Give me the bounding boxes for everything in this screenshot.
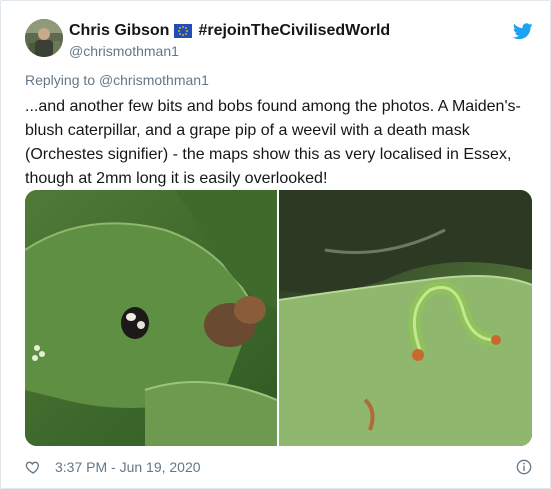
avatar[interactable] — [25, 19, 63, 57]
tweet-media[interactable] — [25, 190, 532, 446]
twitter-bird-icon[interactable] — [512, 23, 533, 40]
user-name[interactable]: Chris Gibson — [69, 21, 169, 41]
tweet-card: Chris Gibson #rejoinTheCivilisedWorld @c… — [0, 0, 551, 489]
eu-flag-icon — [174, 24, 193, 38]
reply-context: Replying to @chrismothman1 — [25, 71, 209, 89]
user-handle[interactable]: @chrismothman1 — [69, 42, 179, 60]
caterpillar-photo[interactable] — [278, 190, 532, 446]
tweet-text: ...and another few bits and bobs found a… — [25, 98, 521, 187]
media-divider — [277, 190, 279, 446]
reply-prefix: Replying to — [25, 72, 96, 88]
weevil-photo[interactable] — [25, 190, 278, 446]
user-display-name[interactable]: Chris Gibson #rejoinTheCivilisedWorld — [69, 21, 390, 41]
tweet-timestamp[interactable]: 3:37 PM - Jun 19, 2020 — [55, 459, 201, 475]
tweet-footer: 3:37 PM - Jun 19, 2020 — [25, 457, 532, 477]
user-hashtag[interactable]: #rejoinTheCivilisedWorld — [198, 21, 390, 41]
info-icon[interactable] — [516, 459, 532, 475]
reply-mention-link[interactable]: @chrismothman1 — [99, 72, 209, 88]
heart-icon[interactable] — [25, 459, 41, 475]
